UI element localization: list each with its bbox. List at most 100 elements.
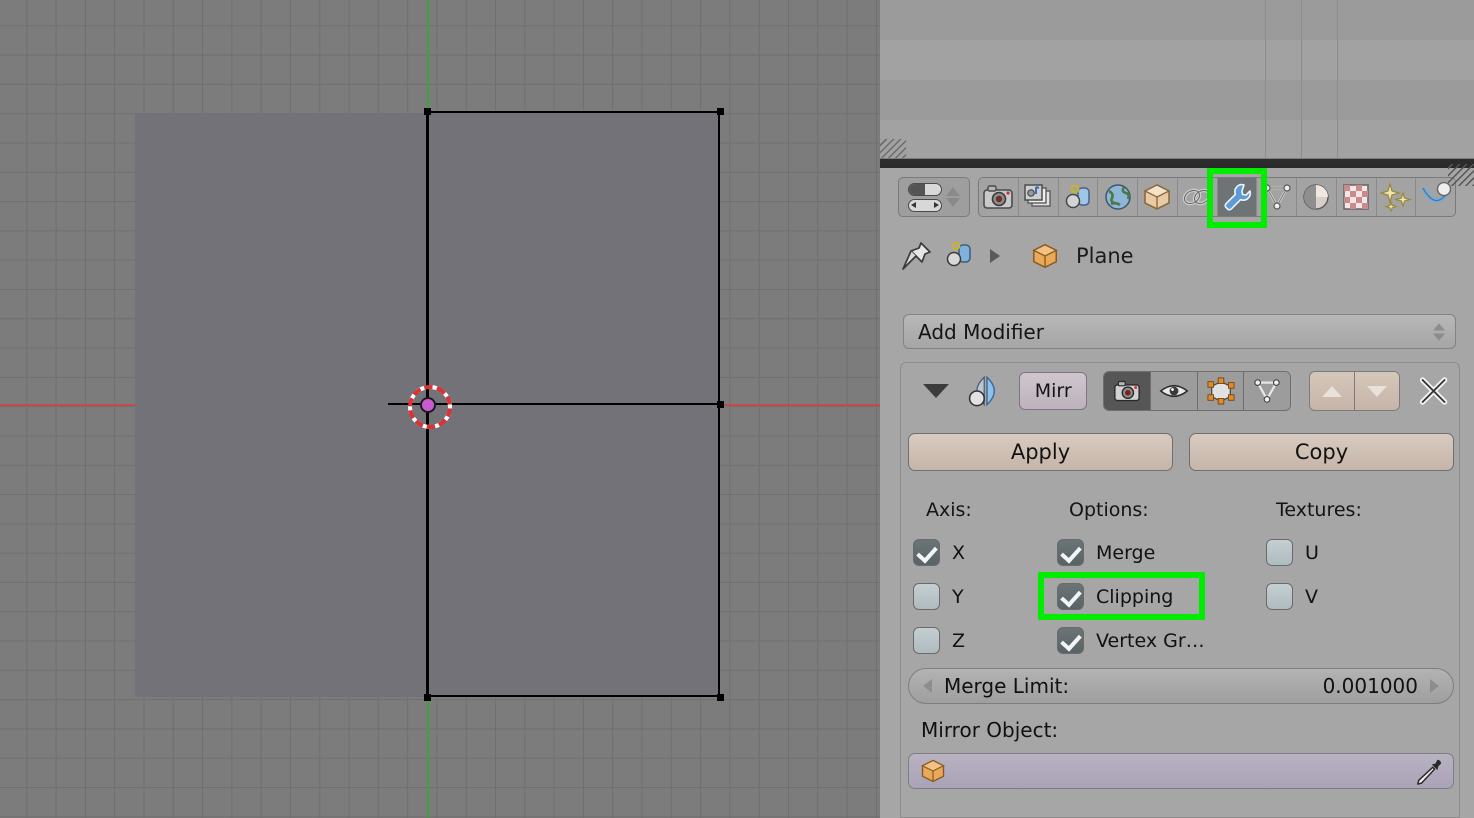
checkbox-label: Merge [1096, 541, 1156, 564]
tab-object-data[interactable] [1257, 178, 1297, 216]
merge-limit-value: 0.001000 [1322, 674, 1418, 698]
globe-icon [1104, 184, 1131, 210]
chevron-updown-icon [946, 187, 960, 207]
mirror-object-field[interactable] [908, 753, 1454, 789]
toggle-realtime[interactable] [1150, 372, 1198, 410]
toggle-render[interactable] [1104, 372, 1151, 410]
checkbox-box[interactable] [1266, 583, 1293, 610]
checkbox-clipping[interactable]: Clipping [1057, 583, 1173, 610]
sphere-icon [1303, 184, 1330, 210]
pin-icon[interactable] [900, 239, 934, 273]
tab-scene[interactable] [1058, 178, 1099, 216]
column-divider [1265, 0, 1266, 163]
sparkles-icon [1379, 182, 1412, 212]
checkbox-box[interactable] [913, 627, 940, 654]
tab-render-layers[interactable] [1018, 178, 1059, 216]
checkbox-merge[interactable]: Merge [1057, 539, 1155, 566]
on-cage-icon [1254, 379, 1280, 403]
modifier-display-toggles [1103, 371, 1292, 411]
column-divider [1337, 0, 1338, 163]
column-divider [1301, 0, 1302, 163]
checkbox-label: Z [952, 629, 966, 652]
camera-icon [1114, 380, 1140, 402]
modifier-header: Mirr [901, 363, 1459, 419]
wrench-icon [1224, 183, 1251, 211]
checkbox-texture-v[interactable]: V [1266, 583, 1318, 610]
checkbox-label: Clipping [1096, 585, 1174, 608]
eyedropper-icon[interactable] [1415, 757, 1443, 785]
merge-limit-slider[interactable]: Merge Limit: 0.001000 [908, 668, 1454, 704]
area-grip-icon[interactable] [1448, 164, 1474, 186]
move-down-button[interactable] [1354, 372, 1399, 410]
checkbox-texture-u[interactable]: U [1266, 539, 1319, 566]
add-modifier-label: Add Modifier [918, 319, 1044, 344]
blender-window: Plane Add Modifier Mirr Apply Copy Axis:… [0, 0, 1474, 818]
chain-icon [1182, 188, 1212, 206]
breadcrumb: Plane [880, 234, 1474, 278]
tab-particles[interactable] [1376, 178, 1417, 216]
add-modifier-dropdown[interactable]: Add Modifier [903, 314, 1456, 349]
tab-constraints[interactable] [1177, 178, 1218, 216]
checker-icon [1343, 184, 1369, 210]
merge-limit-label: Merge Limit: [944, 674, 1070, 698]
cube-icon [1032, 243, 1058, 269]
toggle-on-cage[interactable] [1244, 372, 1291, 410]
upper-editor-panel[interactable] [880, 0, 1474, 163]
checkbox-box[interactable] [913, 583, 940, 610]
checkbox-box[interactable] [1266, 539, 1293, 566]
editor-type-selector[interactable] [898, 177, 970, 217]
chevron-right-icon [990, 249, 1000, 263]
checkbox-axis-y[interactable]: Y [913, 583, 964, 610]
checkbox-label: V [1305, 585, 1318, 608]
collapse-triangle-icon[interactable] [923, 384, 949, 398]
tab-material[interactable] [1297, 178, 1337, 216]
checkbox-label: X [952, 541, 966, 564]
checkbox-label: Vertex Gr… [1096, 629, 1205, 652]
close-icon[interactable] [1418, 374, 1449, 408]
cube-icon [1143, 184, 1171, 210]
vertex[interactable] [717, 108, 724, 115]
checkbox-box[interactable] [1057, 627, 1084, 654]
editor-divider[interactable] [880, 158, 1474, 163]
triangle-mesh-icon [1263, 184, 1291, 210]
properties-header [880, 172, 1474, 220]
tab-object[interactable] [1138, 178, 1178, 216]
checkbox-box[interactable] [913, 539, 940, 566]
cube-icon [921, 759, 945, 783]
apply-button[interactable]: Apply [908, 433, 1173, 471]
photos-icon [1024, 184, 1051, 207]
properties-tab-strip [978, 177, 1456, 217]
checkbox-label: Y [952, 585, 964, 608]
vertex[interactable] [424, 694, 431, 701]
mirror-modifier-panel: Mirr Apply Copy Axis: Options: Textures:… [900, 362, 1460, 818]
tab-modifiers[interactable] [1217, 178, 1258, 216]
tab-world[interactable] [1098, 178, 1138, 216]
toggle-edit-mode[interactable] [1197, 372, 1245, 410]
vertex[interactable] [717, 694, 724, 701]
mirror-object-label: Mirror Object: [921, 718, 1059, 742]
textures-column-header: Textures: [1276, 499, 1362, 521]
tab-render[interactable] [979, 178, 1019, 216]
3d-viewport[interactable] [0, 0, 880, 818]
options-column-header: Options: [1069, 499, 1149, 521]
mirror-modifier-icon [968, 375, 996, 407]
eye-icon [1159, 384, 1189, 398]
vertex[interactable] [424, 108, 431, 115]
tab-texture[interactable] [1336, 178, 1377, 216]
checkbox-axis-x[interactable]: X [913, 539, 965, 566]
chevron-right-icon[interactable] [1430, 679, 1439, 693]
camera-icon [983, 185, 1014, 209]
checkbox-box[interactable] [1057, 539, 1084, 566]
checkbox-box[interactable] [1057, 583, 1084, 610]
checkbox-axis-z[interactable]: Z [913, 627, 965, 654]
scene-icon [1065, 184, 1090, 209]
orbit-icon [1420, 182, 1451, 203]
vertex[interactable] [717, 401, 724, 408]
move-up-button[interactable] [1310, 372, 1355, 410]
copy-button[interactable]: Copy [1189, 433, 1454, 471]
checkbox-vertex-group[interactable]: Vertex Gr… [1057, 627, 1205, 654]
modifier-name-field[interactable]: Mirr [1019, 372, 1088, 410]
3d-cursor-icon[interactable] [400, 377, 460, 437]
chevron-left-icon[interactable] [923, 679, 932, 693]
object-data-icon[interactable] [944, 240, 976, 272]
